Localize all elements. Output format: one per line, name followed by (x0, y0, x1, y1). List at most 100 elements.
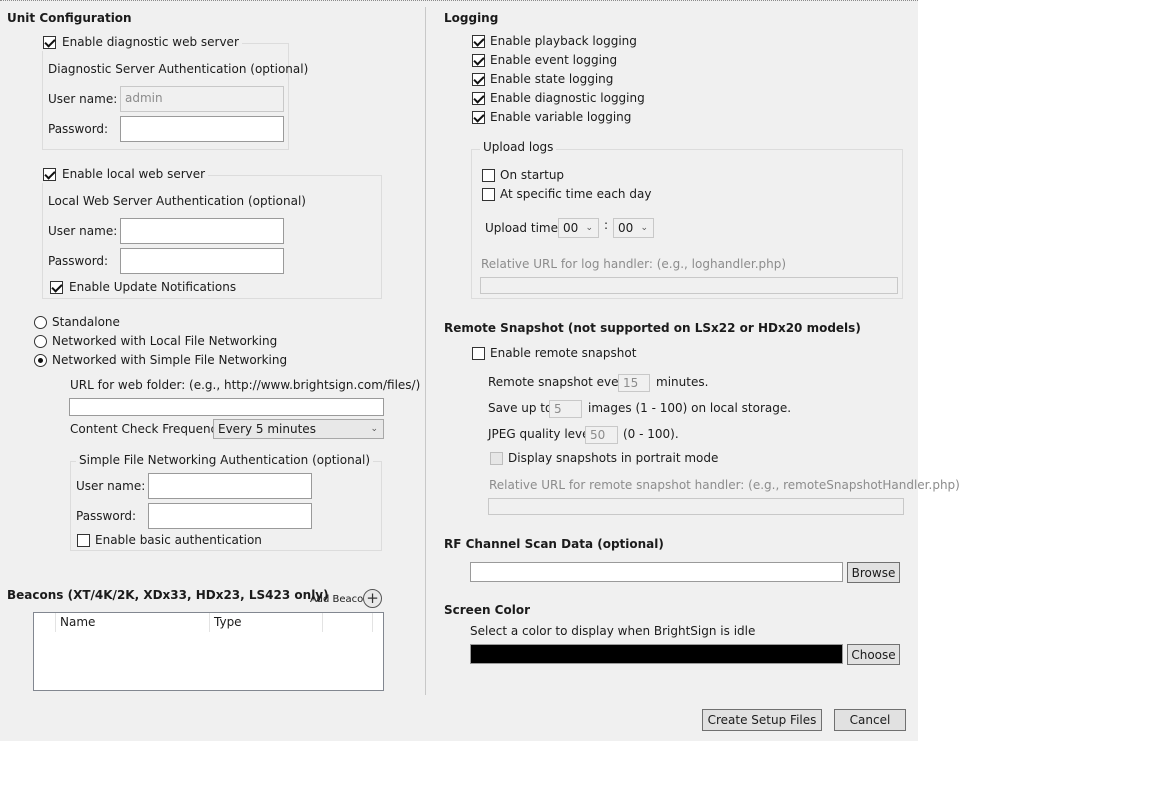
upload-hour-value: 00 (563, 221, 579, 235)
diagnostic-logging-label: Enable diagnostic logging (490, 91, 645, 105)
web-folder-url-label: URL for web folder: (e.g., http://www.br… (70, 378, 421, 392)
save-up-to-label: Save up to (488, 401, 553, 415)
snapshot-every-input[interactable]: 15 (618, 374, 650, 392)
specific-time-label: At specific time each day (500, 187, 652, 201)
jpeg-quality-label: JPEG quality level (488, 427, 593, 441)
enable-snapshot-checkbox[interactable] (472, 347, 485, 360)
local-server-legend: Enable local web server (40, 167, 209, 183)
diag-auth-title: Diagnostic Server Authentication (option… (48, 62, 309, 76)
enable-snapshot-label: Enable remote snapshot (490, 346, 637, 360)
jpeg-quality-input[interactable]: 50 (585, 426, 618, 444)
standalone-radio[interactable] (34, 316, 47, 329)
state-logging-label: Enable state logging (490, 72, 614, 86)
local-file-networking-label: Networked with Local File Networking (52, 334, 278, 348)
table-column-extra (323, 613, 373, 632)
rf-scan-title: RF Channel Scan Data (optional) (444, 537, 664, 551)
playback-logging-checkbox[interactable] (472, 35, 485, 48)
log-handler-url-input[interactable] (480, 277, 898, 294)
local-auth-title: Local Web Server Authentication (optiona… (48, 194, 306, 208)
column-divider (425, 7, 426, 695)
screen-color-swatch[interactable] (470, 644, 843, 664)
basic-auth-checkbox[interactable] (77, 534, 90, 547)
variable-logging-label: Enable variable logging (490, 110, 632, 124)
screen-color-description: Select a color to display when BrightSig… (470, 624, 756, 638)
chevron-down-icon: ⌄ (585, 223, 593, 233)
content-check-select[interactable]: Every 5 minutes ⌄ (213, 419, 384, 439)
local-file-networking-radio[interactable] (34, 335, 47, 348)
content-check-label: Content Check Frequency: (70, 422, 228, 436)
rf-scan-file-input[interactable] (470, 562, 843, 582)
table-column-type[interactable]: Type (210, 613, 323, 632)
diag-username-label: User name: (48, 92, 118, 106)
local-username-label: User name: (48, 224, 118, 238)
snapshot-title: Remote Snapshot (not supported on LSx22 … (444, 321, 861, 335)
table-column-name[interactable]: Name (56, 613, 210, 632)
add-beacon-label: Add Beacon (310, 594, 370, 605)
unit-config-title: Unit Configuration (7, 11, 132, 25)
simple-file-networking-radio[interactable] (34, 354, 47, 367)
sfn-username-input[interactable] (148, 473, 312, 499)
variable-logging-checkbox[interactable] (472, 111, 485, 124)
basic-auth-label: Enable basic authentication (95, 533, 262, 547)
sfn-password-label: Password: (76, 509, 137, 523)
on-startup-checkbox[interactable] (482, 169, 495, 182)
plus-icon: + (366, 589, 379, 607)
snapshot-handler-url-input[interactable] (488, 498, 904, 515)
chevron-down-icon: ⌄ (370, 424, 378, 434)
choose-color-button[interactable]: Choose (847, 644, 900, 665)
upload-minute-value: 00 (618, 221, 634, 235)
portrait-mode-checkbox[interactable] (490, 452, 503, 465)
setup-dialog: Unit Configuration Enable diagnostic web… (0, 0, 960, 741)
cancel-button[interactable]: Cancel (834, 709, 906, 731)
update-notifications-label: Enable Update Notifications (69, 280, 237, 294)
sfn-auth-title: Simple File Networking Authentication (o… (76, 453, 374, 468)
logging-title: Logging (444, 11, 499, 25)
local-username-input[interactable] (120, 218, 284, 244)
diag-username-input[interactable]: admin (120, 86, 284, 112)
portrait-mode-label: Display snapshots in portrait mode (508, 451, 719, 465)
diag-password-label: Password: (48, 122, 109, 136)
sfn-username-label: User name: (76, 479, 146, 493)
on-startup-label: On startup (500, 168, 565, 182)
save-up-to-unit: images (1 - 100) on local storage. (588, 401, 792, 415)
log-handler-url-label: Relative URL for log handler: (e.g., log… (481, 257, 787, 271)
add-beacon-button[interactable]: + (363, 589, 382, 608)
upload-hour-select[interactable]: 00 ⌄ (558, 218, 599, 238)
local-password-label: Password: (48, 254, 109, 268)
browse-button[interactable]: Browse (847, 562, 900, 583)
time-separator: : (604, 218, 609, 232)
state-logging-checkbox[interactable] (472, 73, 485, 86)
snapshot-every-label: Remote snapshot every (488, 375, 631, 389)
diag-password-input[interactable] (120, 116, 284, 142)
diagnostic-logging-checkbox[interactable] (472, 92, 485, 105)
update-notifications-checkbox[interactable] (50, 281, 63, 294)
beacons-table[interactable]: Name Type (33, 612, 384, 691)
upload-time-label: Upload time: (485, 221, 563, 235)
web-folder-url-input[interactable] (69, 398, 384, 416)
snapshot-handler-url-label: Relative URL for remote snapshot handler… (489, 478, 960, 492)
standalone-label: Standalone (52, 315, 120, 329)
upload-minute-select[interactable]: 00 ⌄ (613, 218, 654, 238)
screen-color-title: Screen Color (444, 603, 530, 617)
diag-server-checkbox[interactable] (43, 36, 56, 49)
save-up-to-input[interactable]: 5 (549, 400, 582, 418)
snapshot-every-unit: minutes. (656, 375, 709, 389)
beacons-title: Beacons (XT/4K/2K, XDx33, HDx23, LS423 o… (7, 588, 329, 602)
create-setup-files-button[interactable]: Create Setup Files (702, 709, 822, 731)
upload-logs-title: Upload logs (480, 140, 557, 155)
chevron-down-icon: ⌄ (640, 223, 648, 233)
local-password-input[interactable] (120, 248, 284, 274)
event-logging-label: Enable event logging (490, 53, 618, 67)
diag-server-label: Enable diagnostic web server (62, 35, 239, 49)
local-server-label: Enable local web server (62, 167, 206, 181)
diag-server-legend: Enable diagnostic web server (40, 35, 242, 51)
sfn-password-input[interactable] (148, 503, 312, 529)
content-check-value: Every 5 minutes (218, 422, 316, 436)
playback-logging-label: Enable playback logging (490, 34, 637, 48)
jpeg-quality-unit: (0 - 100). (623, 427, 679, 441)
specific-time-checkbox[interactable] (482, 188, 495, 201)
local-server-checkbox[interactable] (43, 168, 56, 181)
table-column-spacer (34, 613, 56, 632)
simple-file-networking-label: Networked with Simple File Networking (52, 353, 288, 367)
event-logging-checkbox[interactable] (472, 54, 485, 67)
